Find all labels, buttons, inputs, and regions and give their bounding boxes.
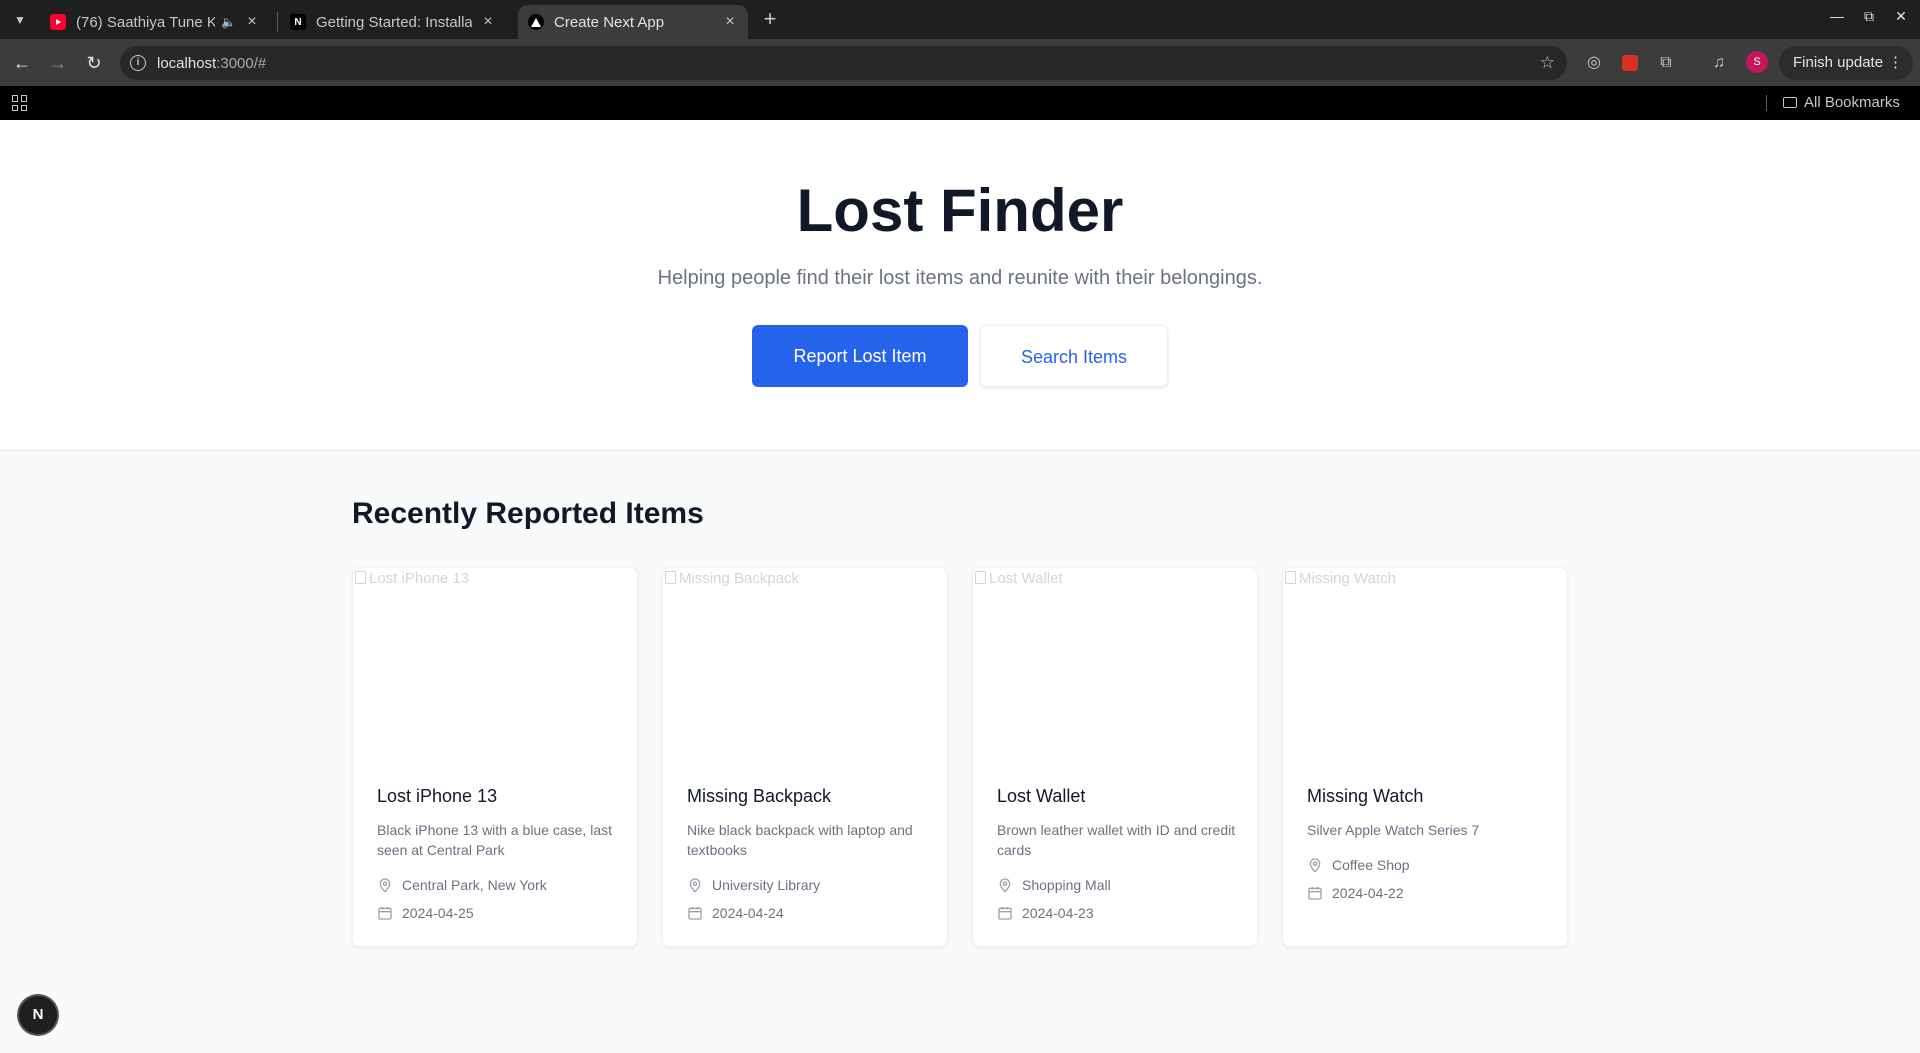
tab-strip: ▼ (76) Saathiya Tune Kya Kiya 🔈 × N Gett… [0,0,1920,39]
item-image: Missing Watch [1283,568,1567,758]
item-description: Brown leather wallet with ID and credit … [997,822,1236,858]
location-text: Shopping Mall [1022,877,1111,893]
report-lost-item-button[interactable]: Report Lost Item [752,325,968,387]
kebab-menu-icon[interactable]: ⋮ [1888,46,1903,80]
back-icon[interactable]: ← [10,51,34,75]
item-title: Missing Watch [1307,786,1424,806]
tab-getting-started[interactable]: N Getting Started: Installation × [280,5,506,39]
item-description: Nike black backpack with laptop and text… [687,822,913,858]
item-image: Lost Wallet [973,568,1257,758]
minimize-icon[interactable]: — [1826,8,1848,24]
item-location: Shopping Mall [997,877,1111,893]
close-window-icon[interactable]: ✕ [1890,8,1912,25]
map-pin-icon [1309,858,1321,873]
folder-icon [1783,97,1797,108]
browser-toolbar: ← → ↻ i localhost:3000/# ☆ ◎ ⧉ ♫ S Finis… [0,39,1920,86]
tab-search-chevron-icon[interactable]: ▼ [8,8,32,32]
date-text: 2024-04-23 [1022,905,1094,921]
url-host: localhost [157,55,217,72]
extensions-puzzle-icon[interactable]: ⧉ [1655,52,1677,74]
item-location: Central Park, New York [377,877,547,893]
item-title: Missing Backpack [687,786,832,806]
item-description: Black iPhone 13 with a blue case, last s… [377,822,613,858]
item-location: University Library [687,877,820,893]
close-tab-icon[interactable]: × [480,13,496,31]
finish-update-label: Finish update [1793,54,1884,71]
tab-title: Getting Started: Installation [316,13,472,31]
restore-icon[interactable]: ⧉ [1858,8,1880,25]
nextjs-dev-tools-button[interactable]: N [19,996,57,1034]
location-text: Coffee Shop [1332,857,1410,873]
image-alt-text: Missing Backpack [679,570,800,587]
finish-update-button[interactable]: Finish update ⋮ [1779,46,1913,80]
item-title: Lost Wallet [997,786,1086,806]
item-image: Missing Backpack [663,568,947,758]
extension-red-icon[interactable] [1619,52,1641,74]
tab-title: Create Next App [554,13,665,31]
item-title: Lost iPhone 13 [377,786,498,806]
bookmarks-bar: All Bookmarks [0,86,1920,120]
section-title: Recently Reported Items [352,497,704,530]
url-path: :3000/# [216,55,267,72]
bookmarks-divider [1766,95,1767,111]
tab-title: (76) Saathiya Tune Kya Kiya [76,13,216,31]
image-alt-text: Lost Wallet [989,570,1063,587]
address-bar[interactable]: i localhost:3000/# ☆ [120,46,1567,80]
date-text: 2024-04-22 [1332,885,1404,901]
item-description: Silver Apple Watch Series 7 [1307,822,1480,838]
speaker-icon[interactable]: 🔈 [221,15,236,29]
hero-subtitle: Helping people find their lost items and… [657,267,1263,289]
calendar-icon [1308,887,1322,900]
youtube-icon [50,14,66,30]
item-image: Lost iPhone 13 [353,568,637,758]
apps-grid-icon[interactable] [12,95,28,111]
item-card[interactable]: Missing Backpack Missing Backpack Nike b… [662,567,948,947]
all-bookmarks-label: All Bookmarks [1804,94,1900,111]
nextjs-icon: N [290,14,306,30]
reload-icon[interactable]: ↻ [82,51,106,75]
media-control-icon[interactable]: ♫ [1708,52,1730,74]
site-info-icon[interactable]: i [130,55,146,71]
item-date: 2024-04-25 [377,905,474,921]
item-date: 2024-04-24 [687,905,784,921]
url-text[interactable]: localhost:3000/# [157,55,266,72]
search-items-button[interactable]: Search Items [980,325,1168,387]
calendar-icon [688,907,702,920]
location-text: Central Park, New York [402,877,547,893]
map-pin-icon [379,878,391,893]
date-text: 2024-04-24 [712,905,784,921]
close-tab-icon[interactable]: × [722,13,738,31]
calendar-icon [378,907,392,920]
image-alt-text: Missing Watch [1299,570,1396,587]
item-date: 2024-04-22 [1307,885,1404,901]
close-tab-icon[interactable]: × [244,13,260,31]
item-card[interactable]: Lost iPhone 13 Lost iPhone 13 Black iPho… [352,567,638,947]
map-pin-icon [999,878,1011,893]
date-text: 2024-04-25 [402,905,474,921]
all-bookmarks-button[interactable]: All Bookmarks [1783,94,1900,111]
forward-icon[interactable]: → [46,51,70,75]
vercel-icon [528,14,544,30]
item-card[interactable]: Missing Watch Missing Watch Silver Apple… [1282,567,1568,947]
new-tab-icon[interactable]: + [758,8,782,32]
map-pin-icon [689,878,701,893]
location-text: University Library [712,877,821,893]
item-date: 2024-04-23 [997,905,1094,921]
hero-section: Lost Finder Helping people find their lo… [0,120,1920,451]
page-title: Lost Finder [796,177,1124,244]
image-alt-text: Lost iPhone 13 [369,570,470,587]
tab-youtube[interactable]: (76) Saathiya Tune Kya Kiya 🔈 × [40,5,270,39]
lens-icon[interactable]: ◎ [1583,52,1605,74]
item-location: Coffee Shop [1307,857,1410,873]
tab-create-next-app[interactable]: Create Next App × [518,5,748,39]
profile-avatar[interactable]: S [1746,51,1768,73]
item-card[interactable]: Lost Wallet Lost Wallet Brown leather wa… [972,567,1258,947]
tab-divider [277,12,278,32]
calendar-icon [998,907,1012,920]
bookmark-star-icon[interactable]: ☆ [1540,53,1555,73]
